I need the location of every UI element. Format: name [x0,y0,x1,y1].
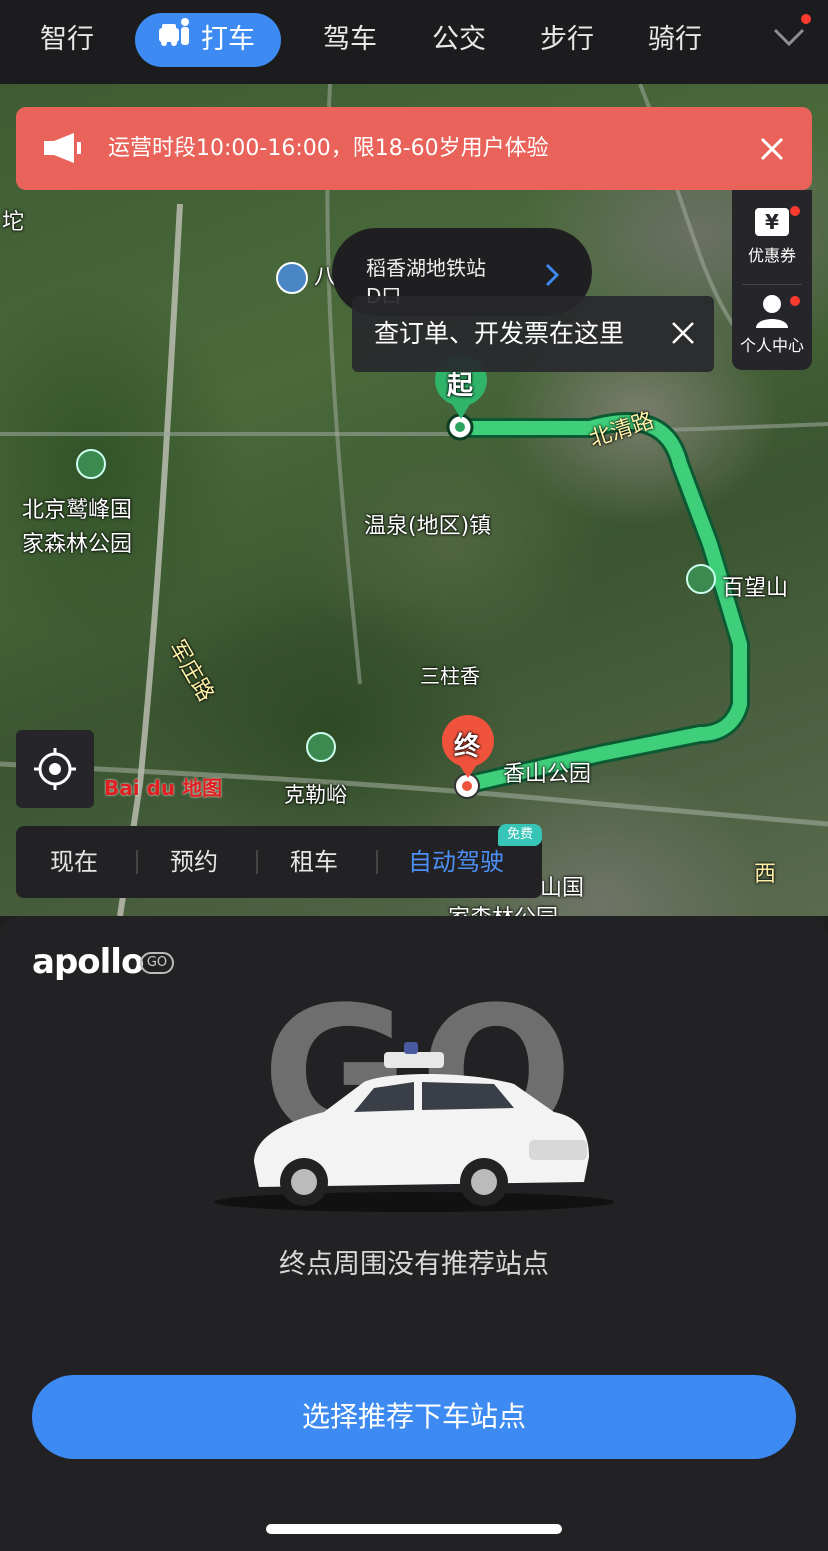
tab-bus[interactable]: 公交 [432,12,486,68]
notification-dot [801,14,811,24]
map-label-partial-bottom-1: 山国 [540,876,585,901]
tab-taxi-label: 打车 [201,24,255,55]
tooltip-close-icon[interactable] [670,320,696,350]
tab-drive[interactable]: 驾车 [323,12,377,68]
map-label-kelexin: 克勒峪 [284,783,347,807]
profile-button[interactable]: 个人中心 [732,294,812,364]
mode-tab-bar: 智行 打车 驾车 公交 步行 骑行 [0,0,828,84]
map-label-town: 温泉(地区)镇 [364,514,492,539]
taxi-icon [157,13,193,67]
free-badge: 免费 [498,824,542,846]
route-line [460,415,747,791]
subtab-reserve[interactable]: 预约 [170,826,218,898]
user-icon [754,294,790,328]
tooltip-text: 查订单、开发票在这里 [374,319,625,348]
map-label-baiwangshan: 百望山 [722,576,789,601]
map-label-partial-left: 坨 [2,210,25,235]
subtab-autonomous[interactable]: 自动驾驶 [408,826,504,898]
tab-walk[interactable]: 步行 [540,12,594,68]
map-label-forest-park-2: 家森林公园 [22,532,133,557]
notice-banner: 运营时段10:00-16:00，限18-60岁用户体验 [16,107,812,190]
profile-label: 个人中心 [739,336,804,355]
chevron-down-icon[interactable] [772,26,806,48]
crosshair-icon [33,747,77,795]
map-watermark: Bai du 地图 [104,776,223,800]
robotaxi-car-image [214,1042,614,1212]
banner-text: 运营时段10:00-16:00，限18-60岁用户体验 [108,136,549,161]
coupon-label: 优惠券 [747,246,796,265]
tab-bike[interactable]: 骑行 [648,12,702,68]
mountain-icon [306,732,336,762]
locate-button[interactable] [16,730,94,808]
side-panel: ¥ 优惠券 个人中心 [732,190,812,370]
coupon-dot [790,206,800,216]
apollo-logo: apollo [32,942,144,982]
map-label-west: 西 [754,862,777,887]
tab-taxi[interactable]: 打车 [135,13,281,67]
order-invoice-tooltip: 查订单、开发票在这里 [352,296,714,372]
profile-dot [790,296,800,306]
close-icon[interactable] [758,135,786,167]
end-marker-label: 终 [454,732,481,762]
start-station-name: 稻香湖地铁站 [366,256,486,280]
map-label-sanzhuxiang: 三柱香 [420,664,480,688]
coupon-icon: ¥ [755,208,789,236]
home-indicator[interactable] [266,1524,562,1534]
no-station-message: 终点周围没有推荐站点 [279,1249,549,1280]
tab-zhixing[interactable]: 智行 [40,12,94,68]
park-icon [76,449,106,479]
map-label-partial-bottom-2: 家森林公园 [448,900,558,916]
map-label-forest-park-1: 北京鹫峰国 [22,498,133,523]
subtab-now[interactable]: 现在 [50,826,98,898]
tree-icon [686,564,716,594]
select-dropoff-button[interactable]: 选择推荐下车站点 [32,1375,796,1459]
ride-type-tabs: 现在 预约 租车 自动驾驶 [16,826,542,898]
megaphone-icon [44,133,88,167]
coupon-button[interactable]: ¥ 优惠券 [732,208,812,288]
go-badge: GO [140,952,174,974]
map-view[interactable]: 起 终 北京鹫峰国 家森林公园 温泉(地区)镇 北清路 百望山 三柱香 香山公园… [0,84,828,916]
map-label-xiangshan: 香山公园 [503,762,592,787]
subtab-rental[interactable]: 租车 [290,826,338,898]
school-icon [276,262,308,294]
chevron-right-icon [544,262,560,292]
